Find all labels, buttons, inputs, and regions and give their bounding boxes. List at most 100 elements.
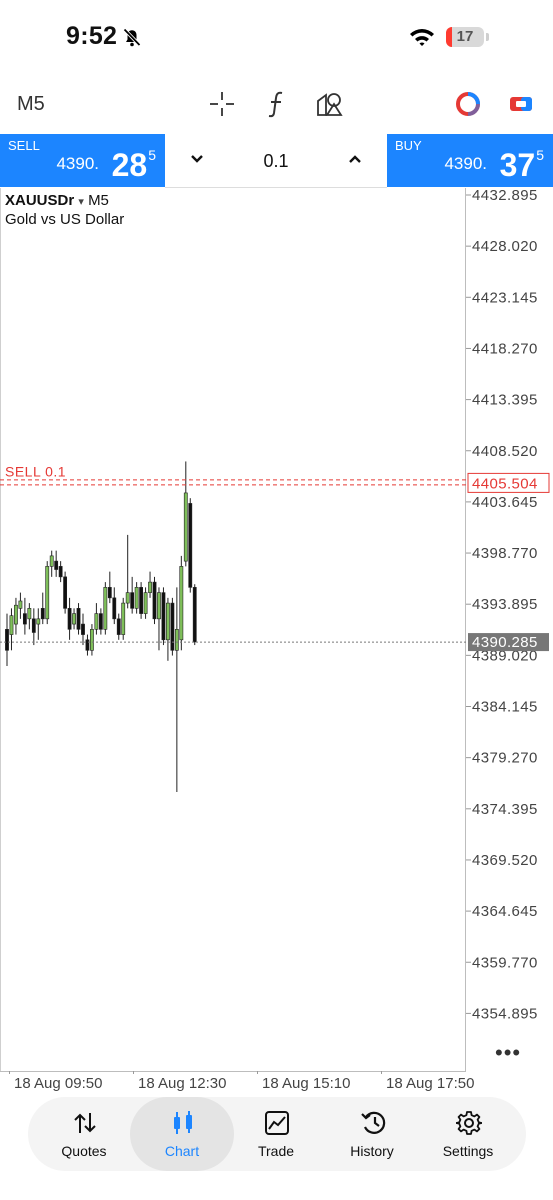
price-label: 4408.520 [472, 443, 538, 460]
crosshair-icon[interactable] [208, 90, 236, 123]
candle-body [14, 604, 18, 625]
candle-body [90, 629, 94, 651]
candle [107, 571, 112, 604]
candle [9, 608, 14, 651]
candle-body [112, 597, 117, 620]
nav-label: History [350, 1143, 394, 1159]
sell-button[interactable]: SELL 4390. 285 [0, 134, 165, 187]
candle-body [116, 618, 121, 635]
candle-body [85, 639, 90, 651]
candle-body [49, 555, 54, 567]
candle [22, 597, 27, 635]
price-label: 4384.145 [472, 699, 538, 716]
nav-history[interactable]: History [324, 1097, 420, 1171]
price-label: 4359.770 [472, 954, 538, 971]
candle-body [188, 503, 193, 588]
price-label: 4364.645 [472, 903, 538, 920]
candle-body [161, 592, 166, 641]
candle [130, 576, 135, 614]
price-label: 4423.145 [472, 289, 538, 306]
candle [27, 603, 32, 630]
candle [36, 608, 41, 640]
history-icon [361, 1111, 386, 1134]
candle [188, 498, 193, 593]
buy-price-big: 375 [499, 147, 544, 183]
price-label: 4379.270 [472, 750, 538, 767]
one-click-trade-panel: SELL 4390. 285 0.1 BUY 4390. 375 [0, 134, 553, 188]
buy-button[interactable]: BUY 4390. 375 [387, 134, 553, 187]
nav-quotes[interactable]: Quotes [36, 1097, 132, 1171]
battery-level: 17 [456, 28, 474, 45]
one-click-trading-icon[interactable] [507, 90, 535, 123]
price-label: 4369.520 [472, 852, 538, 869]
candle [76, 603, 81, 635]
price-label: 4403.645 [472, 494, 538, 511]
chart-description: Gold vs US Dollar [5, 211, 125, 228]
candle [134, 582, 139, 614]
chevron-up-icon[interactable] [346, 150, 364, 173]
price-label: 4393.895 [472, 596, 538, 613]
nav-trade[interactable]: Trade [228, 1097, 324, 1171]
signals-icon[interactable] [454, 90, 482, 123]
timeframe-button[interactable]: M5 [17, 93, 45, 116]
candle [112, 587, 117, 625]
chart-symbol: XAUUSDr [5, 192, 75, 209]
bid-price: 4390.285 [472, 634, 538, 651]
candle [40, 592, 45, 625]
buy-label: BUY [395, 138, 422, 153]
candle-body [157, 592, 161, 620]
lot-control: 0.1 [165, 134, 387, 188]
candle [116, 613, 121, 640]
candle [183, 461, 188, 567]
candle-body [192, 587, 197, 643]
candle-body [139, 587, 144, 614]
candle [54, 550, 59, 577]
candle-body [40, 608, 45, 620]
candle-body [31, 618, 36, 633]
candle-body [45, 566, 50, 620]
candle-body [125, 592, 130, 604]
candle [94, 603, 99, 635]
candle-body [81, 623, 85, 635]
indicators-icon[interactable] [265, 90, 289, 123]
candle [81, 613, 85, 646]
price-label: 4398.770 [472, 545, 538, 562]
candle [31, 608, 36, 646]
candle-body [103, 587, 108, 630]
candle [179, 555, 184, 651]
order-label: SELL 0.1 [5, 463, 66, 479]
candle [63, 571, 68, 614]
candle [139, 582, 144, 619]
sell-price-big: 285 [111, 147, 156, 183]
candle-body [152, 581, 157, 620]
candle-body [94, 613, 99, 630]
sell-label: SELL [8, 138, 40, 153]
price-label: 4374.395 [472, 801, 538, 818]
candle-body [174, 629, 179, 651]
candle [148, 571, 152, 598]
price-label: 4354.895 [472, 1005, 538, 1022]
candle-body [143, 592, 148, 614]
nav-label: Quotes [61, 1143, 107, 1159]
wifi-icon [409, 27, 435, 52]
candle [98, 608, 103, 635]
candle-body [121, 602, 126, 635]
candle-body [63, 576, 68, 609]
bottom-nav: Quotes Chart Trade History Settings [28, 1097, 526, 1171]
more-icon[interactable]: ••• [495, 1040, 521, 1066]
candle [67, 597, 72, 640]
nav-label: Chart [164, 1143, 200, 1159]
chart-canvas[interactable]: 4432.895 4428.020 4423.145 4418.270 4413.395… [0, 188, 553, 1074]
nav-chart[interactable]: Chart [130, 1097, 234, 1171]
price-chart[interactable]: 4432.895 4428.020 4423.145 4418.270 4413.395… [0, 188, 553, 1074]
candle [143, 587, 148, 619]
candle-body [27, 608, 32, 620]
time-label: 18 Aug 12:30 [138, 1075, 227, 1092]
objects-icon[interactable] [315, 90, 345, 123]
candle-body [54, 560, 59, 570]
nav-settings[interactable]: Settings [420, 1097, 516, 1171]
chart-symbol-header[interactable]: XAUUSDr ▾ M5 [5, 192, 109, 209]
candle [72, 608, 76, 630]
time-label: 18 Aug 17:50 [386, 1075, 475, 1092]
candle [18, 592, 23, 619]
